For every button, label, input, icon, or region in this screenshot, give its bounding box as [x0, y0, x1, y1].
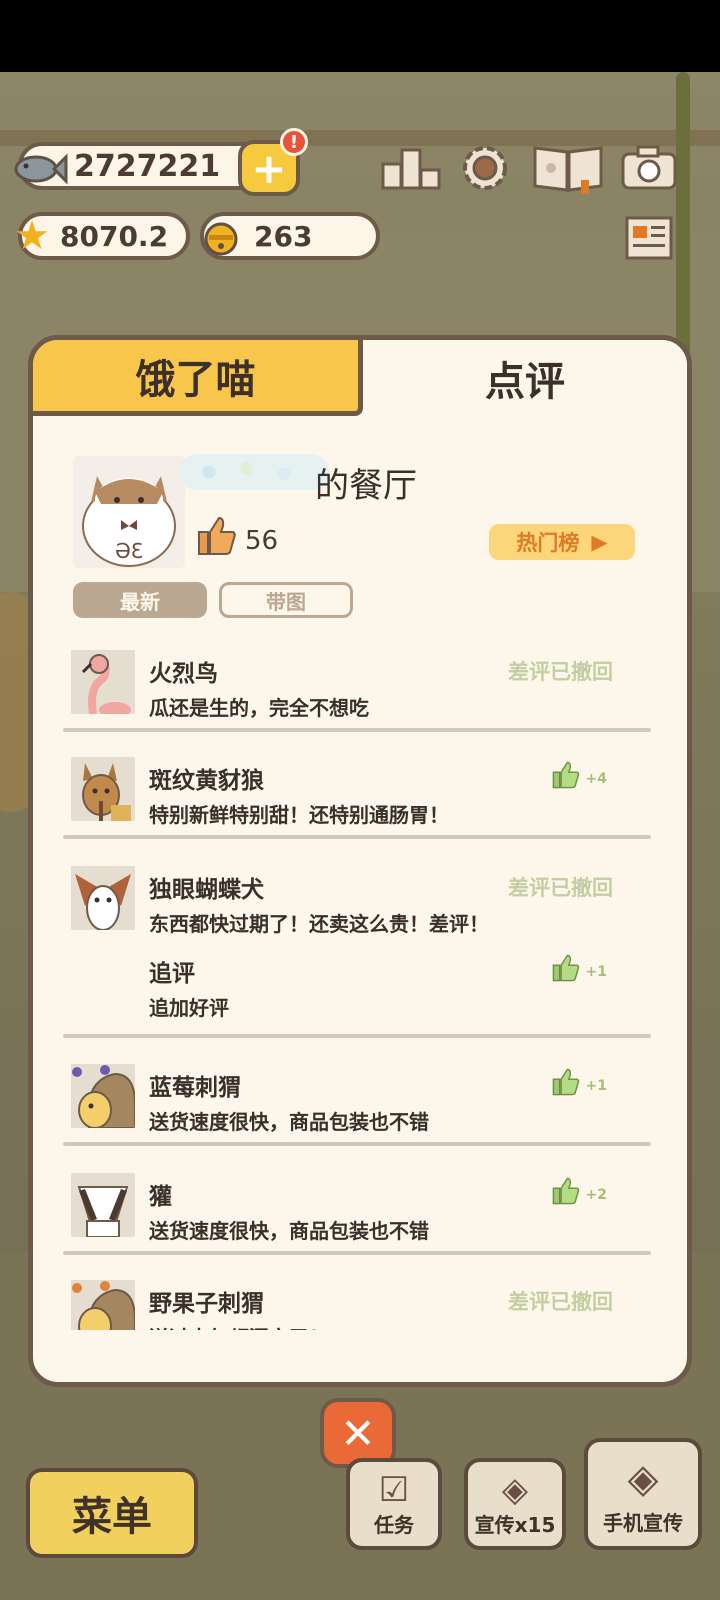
play-arrow-icon: ▶ — [591, 530, 608, 554]
reviewer-name: 斑纹黄豺狼 — [149, 768, 264, 794]
review-like-badge[interactable]: +1 — [552, 1068, 607, 1103]
review-item: 斑纹黄豺狼 特别新鲜特别甜！还特别通肠胃！ +4 — [33, 757, 687, 857]
tab-reviews[interactable]: 点评 — [363, 340, 687, 416]
review-list[interactable]: 火烈鸟 瓜还是生的，完全不想吃 差评已撤回 斑纹黄豺狼 特别新鲜特别甜！还特别通… — [33, 640, 687, 1330]
task-button[interactable]: ☑ 任务 — [346, 1458, 442, 1550]
fish-count: 2727221 — [74, 148, 221, 184]
flyer-icon: ◈ — [501, 1470, 529, 1510]
followup-text: 追加好评 — [149, 996, 229, 1020]
checkmark-icon: ☑ — [378, 1470, 410, 1510]
followup-like-badge[interactable]: +1 — [552, 954, 607, 989]
reviewer-name: 野果子刺猬 — [149, 1291, 264, 1317]
bell-count: 263 — [254, 219, 313, 253]
review-divider — [63, 1034, 651, 1038]
review-divider — [63, 728, 651, 732]
restaurant-like-count: 56 — [245, 526, 279, 556]
tab-eleme[interactable]: 饿了喵 — [33, 340, 363, 416]
gear-icon[interactable] — [454, 140, 516, 196]
review-text: 瓜还是生的，完全不想吃 — [149, 696, 369, 720]
fish-icon — [10, 144, 70, 194]
bell-icon — [198, 214, 244, 260]
thumbs-up-icon — [552, 1068, 580, 1103]
filter-newest-button[interactable]: 最新 — [73, 582, 207, 618]
hot-ranking-button[interactable]: 热门榜 ▶ — [489, 524, 635, 560]
review-like-badge[interactable]: +2 — [552, 1177, 607, 1212]
review-text: 东西都快过期了！还卖这么贵！差评！ — [149, 912, 489, 936]
thumbs-up-icon — [552, 761, 580, 796]
ranking-icon[interactable] — [380, 140, 442, 196]
review-divider — [63, 835, 651, 839]
badger-avatar — [71, 1173, 135, 1237]
review-like-count: +4 — [585, 770, 607, 787]
panel-tabs: 饿了喵 点评 — [33, 340, 687, 418]
review-like-count: +1 — [585, 1077, 607, 1094]
papillon-avatar — [71, 866, 135, 930]
jackal-avatar — [71, 757, 135, 821]
review-text: 送货速度很快，商品包装也不错 — [149, 1219, 429, 1243]
hedgehog-avatar — [71, 1064, 135, 1128]
promotion-button[interactable]: ◈ 宣传x15 — [464, 1458, 566, 1550]
promotion-label: 宣传x15 — [474, 1513, 556, 1537]
review-divider — [63, 1251, 651, 1255]
review-text: 送货速度很快，商品包装也不错 — [149, 1110, 429, 1134]
phone-promotion-button[interactable]: ◈ 手机宣传 — [584, 1438, 702, 1550]
reviewer-name: 蓝莓刺猬 — [149, 1075, 241, 1101]
newspaper-icon[interactable] — [618, 210, 680, 266]
reviewer-name: 独眼蝴蝶犬 — [149, 877, 264, 903]
thumbs-up-icon — [552, 954, 580, 989]
restaurant-owner-name-obscured — [179, 454, 329, 490]
reviewer-name: 獾 — [149, 1184, 172, 1210]
hot-ranking-label: 热门榜 — [516, 531, 580, 555]
svg-text:ƏƐ: ƏƐ — [115, 539, 143, 563]
followup-label: 追评 — [149, 961, 195, 987]
retracted-status: 差评已撤回 — [508, 1290, 613, 1314]
review-like-badge[interactable]: +4 — [552, 761, 607, 796]
reviewer-name: 火烈鸟 — [149, 661, 218, 687]
phone-promotion-label: 手机宣传 — [603, 1511, 683, 1535]
thumbs-up-icon — [552, 1177, 580, 1212]
retracted-status: 差评已撤回 — [508, 660, 613, 684]
star-value: 8070.2 — [60, 219, 169, 253]
review-item: 火烈鸟 瓜还是生的，完全不想吃 差评已撤回 — [33, 650, 687, 750]
camera-icon[interactable] — [618, 140, 680, 196]
retracted-status: 差评已撤回 — [508, 876, 613, 900]
catalog-book-icon[interactable] — [530, 140, 606, 196]
status-bar — [0, 0, 720, 72]
review-item: 蓝莓刺猬 送货速度很快，商品包装也不错 +1 — [33, 1064, 687, 1164]
alert-badge: ! — [280, 128, 308, 156]
hedgehog2-avatar — [71, 1280, 135, 1330]
task-label: 任务 — [374, 1513, 414, 1537]
review-like-count: +2 — [585, 1186, 607, 1203]
review-text: 送过来气都漏完了！ — [149, 1322, 329, 1330]
filter-with-photo-button[interactable]: 带图 — [219, 582, 353, 618]
phone-icon: ◈ — [627, 1456, 659, 1502]
review-text: 特别新鲜特别甜！还特别通肠胃！ — [149, 803, 449, 827]
review-item: 野果子刺猬 送过来气都漏完了！ 差评已撤回 — [33, 1280, 687, 1330]
restaurant-cat-avatar: ƏƐ — [73, 456, 185, 568]
review-item: 独眼蝴蝶犬 东西都快过期了！还卖这么贵！差评！ 差评已撤回 追评 追加好评 +1 — [33, 866, 687, 1056]
thumbs-up-icon — [197, 516, 237, 565]
followup-like-count: +1 — [585, 963, 607, 980]
restaurant-name-suffix: 的餐厅 — [315, 466, 417, 506]
review-divider — [63, 1142, 651, 1146]
star-icon: ★ — [14, 213, 50, 259]
review-item: 獾 送货速度很快，商品包装也不错 +2 — [33, 1173, 687, 1273]
review-panel: 饿了喵 点评 ƏƐ 的餐厅 56 热门榜 ▶ 最新 带图 火烈鸟 瓜还是生的，完… — [28, 335, 692, 1387]
menu-button[interactable]: 菜单 — [26, 1468, 198, 1558]
flamingo-avatar — [71, 650, 135, 714]
